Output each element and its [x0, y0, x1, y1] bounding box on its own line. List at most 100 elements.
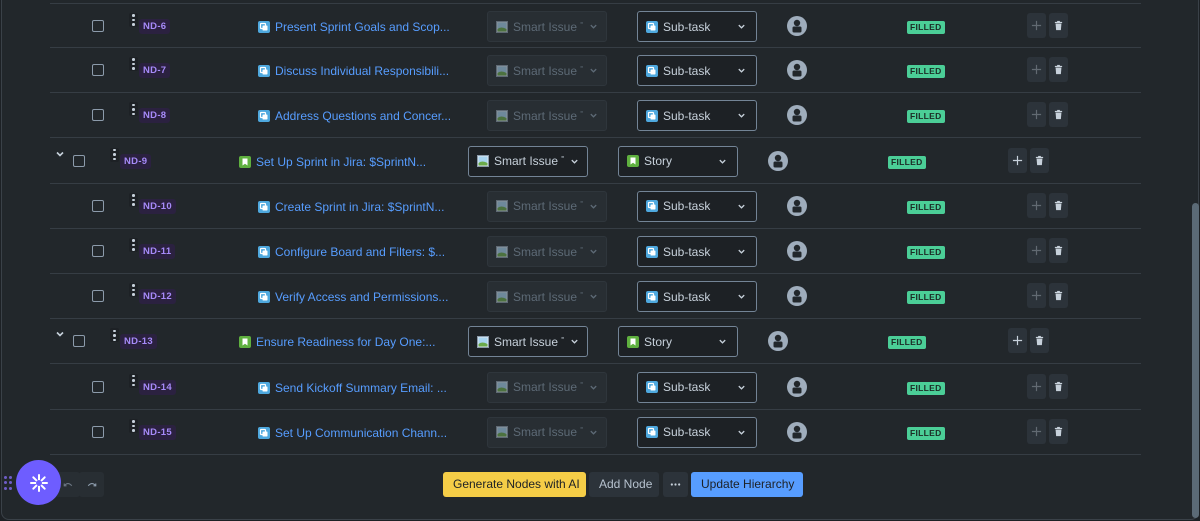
assignee-avatar[interactable]	[787, 286, 807, 307]
issue-type-select[interactable]: Sub-task	[637, 190, 757, 222]
add-child-button[interactable]	[1027, 192, 1046, 218]
delete-button[interactable]	[1049, 283, 1068, 309]
row-checkbox[interactable]	[92, 20, 104, 32]
issue-type-value: Sub-task	[663, 63, 711, 78]
smart-issue-type-select[interactable]: Smart Issue T	[468, 145, 588, 177]
node-title-link[interactable]: Send Kickoff Summary Email: ...	[275, 380, 447, 396]
node-title-link[interactable]: Set Up Sprint in Jira: $SprintN...	[256, 154, 426, 170]
row-menu-button[interactable]	[129, 57, 138, 72]
issue-type-select[interactable]: Sub-task	[637, 236, 757, 267]
trash-icon	[1053, 64, 1064, 75]
issue-type-select[interactable]: Story	[618, 145, 738, 177]
row-checkbox[interactable]	[92, 199, 104, 212]
row-menu-button[interactable]	[129, 373, 138, 388]
chevron-down-icon	[571, 340, 578, 345]
row-menu-button[interactable]	[129, 192, 138, 207]
node-title-link[interactable]: Discuss Individual Responsibili...	[275, 63, 449, 79]
delete-button[interactable]	[1049, 192, 1068, 218]
smart-issue-type-value: Smart Issue T	[513, 63, 583, 78]
row-menu-button[interactable]	[110, 147, 119, 162]
issue-type-select[interactable]: Sub-task	[637, 416, 757, 448]
status-badge: FILLED	[888, 336, 926, 350]
issue-type-select[interactable]: Sub-task	[637, 11, 757, 42]
add-child-button[interactable]	[1027, 13, 1046, 38]
assignee-avatar[interactable]	[787, 60, 807, 81]
assignee-avatar[interactable]	[787, 421, 807, 442]
delete-button[interactable]	[1049, 418, 1068, 444]
ai-assistant-button[interactable]	[16, 460, 61, 505]
update-hierarchy-button[interactable]: Update Hierarchy	[691, 472, 803, 497]
issue-type-select[interactable]: Sub-task	[637, 55, 757, 87]
row-menu-button[interactable]	[129, 102, 138, 117]
assignee-avatar[interactable]	[787, 105, 807, 126]
assignee-avatar[interactable]	[787, 376, 807, 397]
chevron-down-icon	[738, 430, 745, 435]
expand-toggle[interactable]	[53, 327, 67, 341]
trash-icon	[1053, 426, 1064, 437]
redo-button[interactable]	[79, 472, 104, 497]
smart-issue-type-select: Smart Issue T	[487, 371, 607, 403]
row-menu-button[interactable]	[129, 283, 138, 298]
delete-button[interactable]	[1030, 147, 1049, 173]
issue-type-select[interactable]: Sub-task	[637, 100, 757, 132]
assignee-avatar[interactable]	[768, 150, 788, 171]
add-node-button[interactable]: Add Node	[589, 472, 659, 497]
assignee-avatar[interactable]	[768, 331, 788, 352]
add-child-button[interactable]	[1027, 283, 1046, 309]
subtask-icon	[258, 110, 270, 123]
delete-button[interactable]	[1049, 102, 1068, 128]
add-child-button[interactable]	[1027, 373, 1046, 399]
delete-button[interactable]	[1049, 13, 1068, 38]
table-row: ND-14 Send Kickoff Summary Email: ... Sma…	[50, 365, 1141, 410]
subtask-icon	[646, 290, 658, 303]
node-id-badge: ND-10	[139, 198, 176, 214]
add-child-button[interactable]	[1027, 57, 1046, 83]
expand-toggle[interactable]	[53, 147, 67, 161]
add-child-button[interactable]	[1008, 328, 1027, 354]
row-menu-button[interactable]	[110, 328, 119, 343]
node-title-link[interactable]: Set Up Communication Chann...	[275, 425, 447, 441]
smart-issue-type-value: Smart Issue T	[513, 244, 583, 259]
status-badge: FILLED	[907, 21, 945, 34]
drag-handle-icon[interactable]	[4, 476, 12, 490]
smart-issue-type-select[interactable]: Smart Issue T	[468, 326, 588, 358]
add-child-button[interactable]	[1008, 147, 1027, 173]
node-title-link[interactable]: Verify Access and Permissions...	[275, 289, 448, 305]
row-checkbox[interactable]	[73, 335, 85, 348]
node-title-link[interactable]: Present Sprint Goals and Scop...	[275, 19, 450, 35]
delete-button[interactable]	[1049, 57, 1068, 83]
issue-type-select[interactable]: Story	[618, 326, 738, 358]
add-child-button[interactable]	[1027, 238, 1046, 263]
delete-button[interactable]	[1030, 328, 1049, 354]
add-child-button[interactable]	[1027, 418, 1046, 444]
user-icon	[787, 421, 807, 442]
row-checkbox[interactable]	[92, 290, 104, 303]
issue-type-select[interactable]: Sub-task	[637, 371, 757, 403]
status-badge: FILLED	[907, 65, 945, 79]
node-title-link[interactable]: Configure Board and Filters: $...	[275, 244, 445, 260]
add-child-button[interactable]	[1027, 102, 1046, 128]
smart-issue-type-value: Smart Issue T	[513, 380, 583, 395]
row-menu-button[interactable]	[129, 418, 138, 433]
row-checkbox[interactable]	[92, 64, 104, 77]
delete-button[interactable]	[1049, 238, 1068, 263]
row-checkbox[interactable]	[92, 380, 104, 393]
assignee-avatar[interactable]	[787, 195, 807, 216]
row-menu-button[interactable]	[129, 13, 138, 27]
vertical-scrollbar[interactable]	[1191, 0, 1200, 521]
issue-type-select[interactable]: Sub-task	[637, 281, 757, 313]
assignee-avatar[interactable]	[787, 16, 807, 36]
row-checkbox[interactable]	[73, 154, 85, 167]
scrollbar-thumb[interactable]	[1192, 203, 1199, 518]
row-menu-button[interactable]	[129, 238, 138, 252]
row-checkbox[interactable]	[92, 245, 104, 257]
row-checkbox[interactable]	[92, 109, 104, 122]
assignee-avatar[interactable]	[787, 241, 807, 261]
node-title-link[interactable]: Ensure Readiness for Day One:...	[256, 334, 435, 350]
row-checkbox[interactable]	[92, 425, 104, 438]
more-options-button[interactable]	[663, 472, 688, 497]
generate-nodes-ai-button[interactable]: Generate Nodes with AI	[443, 472, 586, 497]
node-title-link[interactable]: Create Sprint in Jira: $SprintN...	[275, 199, 444, 215]
node-title-link[interactable]: Address Questions and Concer...	[275, 108, 451, 124]
delete-button[interactable]	[1049, 373, 1068, 399]
